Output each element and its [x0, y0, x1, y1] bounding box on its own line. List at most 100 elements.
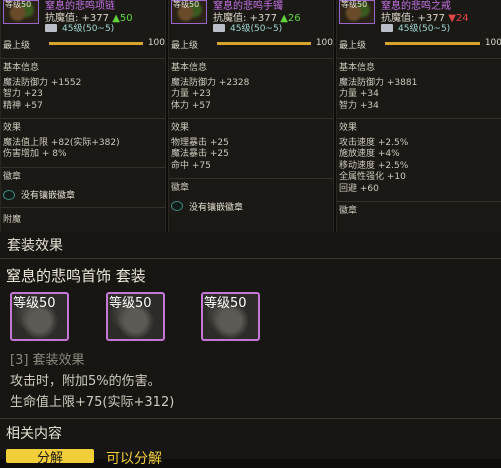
grade-bar	[385, 42, 480, 45]
emblem-section: 徽章	[169, 183, 333, 195]
grade-label: 最上级	[171, 41, 199, 51]
effect-section: 效果 攻击速度 +2.5% 施放速度 +4% 移动速度 +2.5% 全属性强化 …	[337, 123, 501, 195]
basic-stat: 体力 +57	[171, 100, 211, 111]
item-tooltip-ring: 等级50 窒息的悲鸣之戒 抗魔值: +377 ▼24 45级(50~5) 最上级…	[336, 0, 501, 232]
grade-row: 最上级 100	[337, 38, 501, 52]
level-requirement-text: 45级(50~5)	[230, 24, 283, 34]
emblem-slot: 没有镶嵌徽章	[169, 200, 333, 213]
effect-line: 回避 +60	[339, 183, 379, 194]
slot-level: 等级50	[109, 296, 152, 311]
item-tooltip-bracelet: 等级50 窒息的悲鸣手镯 抗魔值: +377 ▲26 45级(50~5) 最上级…	[168, 0, 334, 232]
divider	[1, 118, 165, 119]
basic-info-section: 基本信息 魔法防御力 +2328 力量 +23 体力 +57	[169, 63, 333, 112]
equip-tag-icon	[213, 24, 225, 32]
grade-row: 最上级 100	[1, 38, 165, 52]
set-item-slot-necklace[interactable]: 等级50	[10, 292, 69, 341]
emblem-socket-icon	[3, 189, 15, 200]
related-content-title: 相关内容	[6, 426, 62, 442]
effect-line: 魔法暴击 +25	[171, 149, 229, 159]
effect-title: 效果	[339, 123, 358, 133]
basic-stat: 魔法防御力 +1552	[3, 77, 82, 88]
equip-tag-icon	[45, 24, 57, 32]
divider	[337, 118, 501, 119]
equip-tag-icon	[381, 24, 393, 32]
divider	[169, 58, 333, 59]
item-thumbnail[interactable]: 等级50	[3, 0, 39, 24]
basic-info-section: 基本信息 魔法防御力 +3881 力量 +34 智力 +34	[337, 63, 501, 112]
grade-bar	[49, 42, 143, 45]
effect-line: 施放速度 +4%	[339, 149, 400, 159]
divider	[169, 178, 333, 179]
effect-line: 伤害增加 + 8%	[3, 149, 67, 159]
set-section-title: 套装效果	[7, 238, 63, 254]
effect-line: 物理暴击 +25	[171, 137, 229, 148]
basic-info-title: 基本信息	[3, 63, 40, 73]
item-level-badge: 等级50	[173, 0, 200, 9]
level-requirement: 45级(50~5)	[45, 21, 114, 34]
item-thumbnail[interactable]: 等级50	[171, 0, 207, 24]
set-effect-header: [3] 套装效果	[10, 353, 85, 368]
emblem-section: 徽章	[337, 206, 501, 218]
divider	[0, 258, 501, 259]
grade-value: 100	[147, 38, 165, 48]
divider	[1, 207, 165, 208]
basic-stat: 力量 +23	[171, 89, 211, 99]
item-level-badge: 等级50	[341, 0, 368, 9]
level-requirement: 45级(50~5)	[213, 21, 282, 34]
basic-info-title: 基本信息	[339, 63, 376, 73]
effect-line: 命中 +75	[171, 160, 211, 171]
effect-line: 魔法值上限 +82(实际+382)	[3, 137, 120, 148]
effect-section: 效果 魔法值上限 +82(实际+382) 伤害增加 + 8%	[1, 123, 165, 161]
grade-row: 最上级 100	[169, 38, 333, 52]
enchant-title: 附魔	[3, 215, 22, 225]
basic-stat: 魔法防御力 +2328	[171, 77, 250, 88]
basic-stat: 力量 +34	[339, 89, 379, 99]
divider	[0, 418, 501, 419]
divider	[337, 201, 501, 202]
basic-info-title: 基本信息	[171, 63, 208, 73]
grade-label: 最上级	[3, 41, 31, 51]
effect-line: 攻击速度 +2.5%	[339, 137, 409, 148]
divider	[337, 58, 501, 59]
emblem-slot: 没有镶嵌徽章	[1, 188, 165, 201]
set-effect-line: 攻击时，附加5%的伤害。	[10, 374, 161, 389]
slot-level: 等级50	[204, 296, 247, 311]
effect-section: 效果 物理暴击 +25 魔法暴击 +25 命中 +75	[169, 123, 333, 172]
set-item-slot-bracelet[interactable]: 等级50	[106, 292, 165, 341]
emblem-title: 徽章	[3, 171, 22, 182]
grade-label: 最上级	[339, 41, 367, 51]
can-disassemble-link[interactable]: 可以分解	[106, 448, 162, 468]
item-level-badge: 等级50	[5, 0, 32, 9]
divider	[1, 166, 165, 168]
emblem-socket-icon	[171, 201, 183, 211]
basic-stat: 精神 +57	[3, 100, 43, 111]
emblem-section: 徽章	[1, 172, 165, 184]
resist-delta-up: ▲50	[112, 13, 133, 24]
effect-line: 移动速度 +2.5%	[339, 160, 409, 171]
grade-value: 100	[484, 38, 501, 48]
grade-value: 100	[315, 38, 333, 48]
item-thumbnail[interactable]: 等级50	[339, 0, 375, 24]
effect-title: 效果	[3, 123, 22, 133]
resist-delta-up: ▲26	[280, 13, 301, 24]
slot-level: 等级50	[13, 296, 56, 311]
disassemble-button[interactable]: 分解	[6, 449, 94, 463]
divider	[169, 118, 333, 119]
emblem-text: 没有镶嵌徽章	[21, 191, 76, 201]
emblem-text: 没有镶嵌徽章	[189, 202, 244, 213]
basic-info-section: 基本信息 魔法防御力 +1552 智力 +23 精神 +57	[1, 63, 165, 112]
effect-line: 全属性强化 +10	[339, 172, 406, 182]
set-effect-panel: 套装效果 窒息的悲鸣首饰 套装 等级50 等级50 等级50 [3] 套装效果 …	[0, 232, 501, 467]
item-tooltip-necklace: 等级50 窒息的悲鸣项链 抗魔值: +377 ▲50 45级(50~5) 最上级…	[0, 0, 166, 232]
set-item-slot-ring[interactable]: 等级50	[201, 292, 260, 341]
set-effect-line: 生命值上限+75(实际+312)	[10, 395, 175, 410]
grade-bar	[217, 42, 311, 45]
divider	[1, 58, 165, 59]
level-requirement-text: 45级(50~5)	[62, 24, 115, 34]
level-requirement: 45级(50~5)	[381, 21, 450, 34]
emblem-title: 徽章	[339, 206, 358, 216]
resist-delta-down: ▼24	[448, 13, 469, 24]
emblem-title: 徽章	[171, 183, 190, 193]
level-requirement-text: 45级(50~5)	[398, 24, 451, 34]
basic-stat: 魔法防御力 +3881	[339, 77, 418, 88]
